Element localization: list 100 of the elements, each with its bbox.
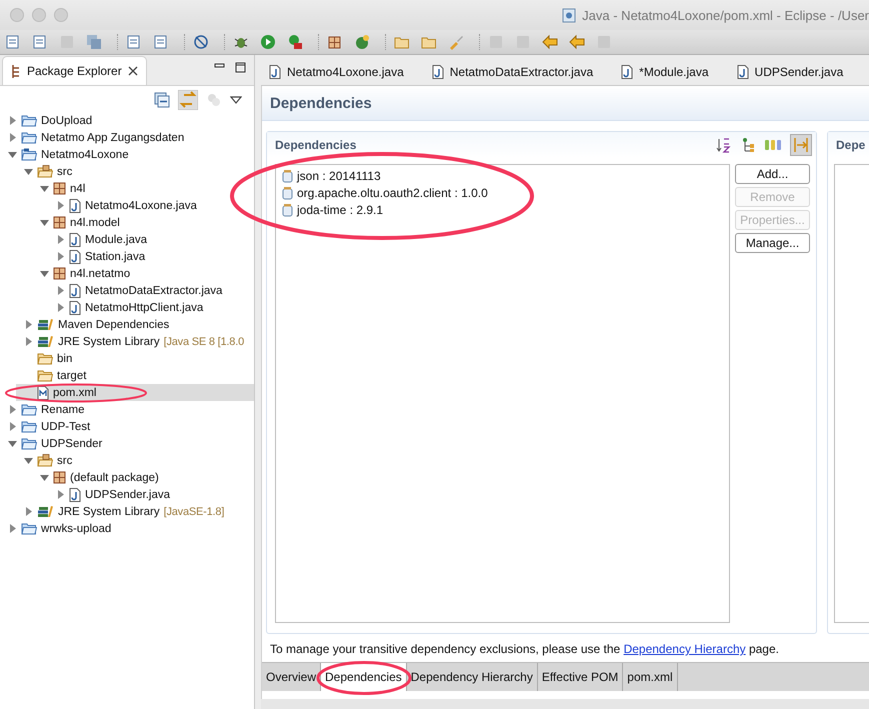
toolbar-icon[interactable] <box>5 34 21 50</box>
editor-tab[interactable]: NetatmoDataExtractor.java <box>424 59 614 85</box>
folder-icon <box>21 131 37 144</box>
tree-item[interactable]: UDPSender <box>8 435 254 452</box>
tree-item[interactable]: target <box>24 367 254 384</box>
tree-item[interactable]: NetatmoHttpClient.java <box>56 299 254 316</box>
toolbar-icon[interactable] <box>126 34 142 50</box>
library-version-text: [Java SE 8 [1.8.0 <box>164 336 244 348</box>
toggle-view-icon[interactable] <box>790 134 812 156</box>
tree-item[interactable]: JRE System Library [JavaSE-1.8] <box>24 503 254 520</box>
dependency-item[interactable]: json : 20141113 <box>282 167 729 184</box>
tree-item[interactable]: Station.java <box>56 248 254 265</box>
java-file-icon <box>736 65 749 79</box>
tree-item[interactable]: Netatmo App Zugangsdaten <box>8 129 254 146</box>
folder-icon <box>37 369 53 382</box>
tree-item[interactable]: Maven Dependencies <box>24 316 254 333</box>
java-file-icon <box>69 300 81 314</box>
jar-icon <box>282 186 293 200</box>
xml-file-icon <box>37 386 49 400</box>
editor-tab[interactable]: *Module.java <box>613 59 729 85</box>
toolbar-icon[interactable] <box>287 34 303 50</box>
package-icon <box>53 471 66 484</box>
source-folder-icon <box>37 165 53 178</box>
folder-icon <box>21 114 37 127</box>
library-icon <box>37 335 54 348</box>
dependency-item[interactable]: org.apache.oltu.oauth2.client : 1.0.0 <box>282 184 729 201</box>
tree-item[interactable]: NetatmoDataExtractor.java <box>56 282 254 299</box>
editor-tab[interactable]: UDPSender.java <box>728 59 864 85</box>
tree-item[interactable]: UDP-Test <box>8 418 254 435</box>
tree-item[interactable]: Module.java <box>56 231 254 248</box>
page-tab[interactable]: Effective POM <box>538 663 624 691</box>
maximize-icon[interactable] <box>235 62 246 73</box>
toolbar-icon[interactable] <box>193 34 209 50</box>
java-file-icon <box>69 198 81 212</box>
tree-item[interactable]: pom.xml <box>16 384 254 401</box>
tree-item[interactable]: Netatmo4Loxone <box>8 146 254 163</box>
page-title: Dependencies <box>270 94 372 112</box>
dependency-item[interactable]: joda-time : 2.9.1 <box>282 201 729 218</box>
package-icon <box>53 182 66 195</box>
tree-item[interactable]: wrwks-upload <box>8 520 254 537</box>
library-version-text: [JavaSE-1.8] <box>164 506 224 518</box>
jar-icon <box>282 168 293 182</box>
expand-arrow-icon[interactable] <box>56 201 65 210</box>
app-icon <box>562 8 578 22</box>
sort-icon[interactable] <box>716 137 732 153</box>
tree-item[interactable]: n4l.netatmo <box>40 265 254 282</box>
toolbar-icon[interactable] <box>32 34 48 50</box>
expand-arrow-icon[interactable] <box>56 490 65 499</box>
tree-item[interactable]: DoUpload <box>8 112 254 129</box>
folder-icon <box>21 437 37 450</box>
package-icon <box>53 216 66 229</box>
tree-item[interactable]: n4l.model <box>40 214 254 231</box>
dependency-action-button[interactable]: Manage... <box>735 233 810 253</box>
package-explorer-icon <box>11 64 21 78</box>
folder-icon <box>21 420 37 433</box>
java-file-icon <box>69 250 81 264</box>
tree-item[interactable]: src <box>24 163 254 180</box>
tree-item[interactable]: (default package) <box>40 469 254 486</box>
toolbar-icon[interactable] <box>327 34 343 50</box>
collapse-all-icon[interactable] <box>154 92 170 108</box>
footer-note: To manage your transitive dependency exclusions, please use the Dependency Hierarchy page. <box>270 642 780 656</box>
tree-item[interactable]: JRE System Library [Java SE 8 [1.8.0 <box>24 333 254 350</box>
folder-icon <box>21 522 37 535</box>
page-tab[interactable]: Dependency Hierarchy <box>406 663 538 691</box>
java-file-icon <box>269 65 281 79</box>
dependency-action-button[interactable]: Add... <box>735 164 810 184</box>
close-icon[interactable] <box>128 66 138 76</box>
library-icon <box>37 318 54 331</box>
tree-item[interactable]: n4l <box>40 180 254 197</box>
folder-icon <box>21 403 37 416</box>
editor-tab[interactable]: Netatmo4Loxone.java <box>261 59 424 85</box>
tree-item[interactable]: Rename <box>8 401 254 418</box>
section-title: Dependencies <box>275 138 356 152</box>
source-folder-icon <box>37 454 53 467</box>
maven-folder-icon <box>21 148 37 161</box>
view-tab[interactable]: Package Explorer <box>2 56 147 85</box>
library-icon <box>37 505 54 518</box>
toolbar-icon[interactable] <box>153 34 169 50</box>
view-menu-icon[interactable] <box>230 96 242 104</box>
collapse-arrow-icon[interactable] <box>40 218 49 227</box>
collapse-arrow-icon[interactable] <box>40 269 49 278</box>
java-file-icon <box>69 232 81 246</box>
tree-item[interactable]: Netatmo4Loxone.java <box>56 197 254 214</box>
java-file-icon <box>621 65 634 79</box>
page-tab[interactable]: pom.xml <box>623 663 678 691</box>
section-title: Depe <box>836 138 866 152</box>
java-file-icon <box>432 65 444 79</box>
java-file-icon <box>69 488 81 502</box>
folder-icon <box>37 352 53 365</box>
link-with-editor-icon[interactable] <box>178 90 198 110</box>
window-title: Java - Netatmo4Loxone/pom.xml - Eclipse - /User <box>582 8 869 22</box>
hierarchy-icon[interactable] <box>740 137 756 153</box>
jar-icon <box>282 202 293 216</box>
dependency-hierarchy-link[interactable]: Dependency Hierarchy <box>624 642 746 656</box>
package-icon <box>53 267 66 280</box>
columns-icon[interactable] <box>764 137 782 153</box>
tree-item[interactable]: src <box>24 452 254 469</box>
tree-item[interactable]: bin <box>24 350 254 367</box>
java-file-icon <box>69 284 81 298</box>
tree-item[interactable]: UDPSender.java <box>56 486 254 503</box>
